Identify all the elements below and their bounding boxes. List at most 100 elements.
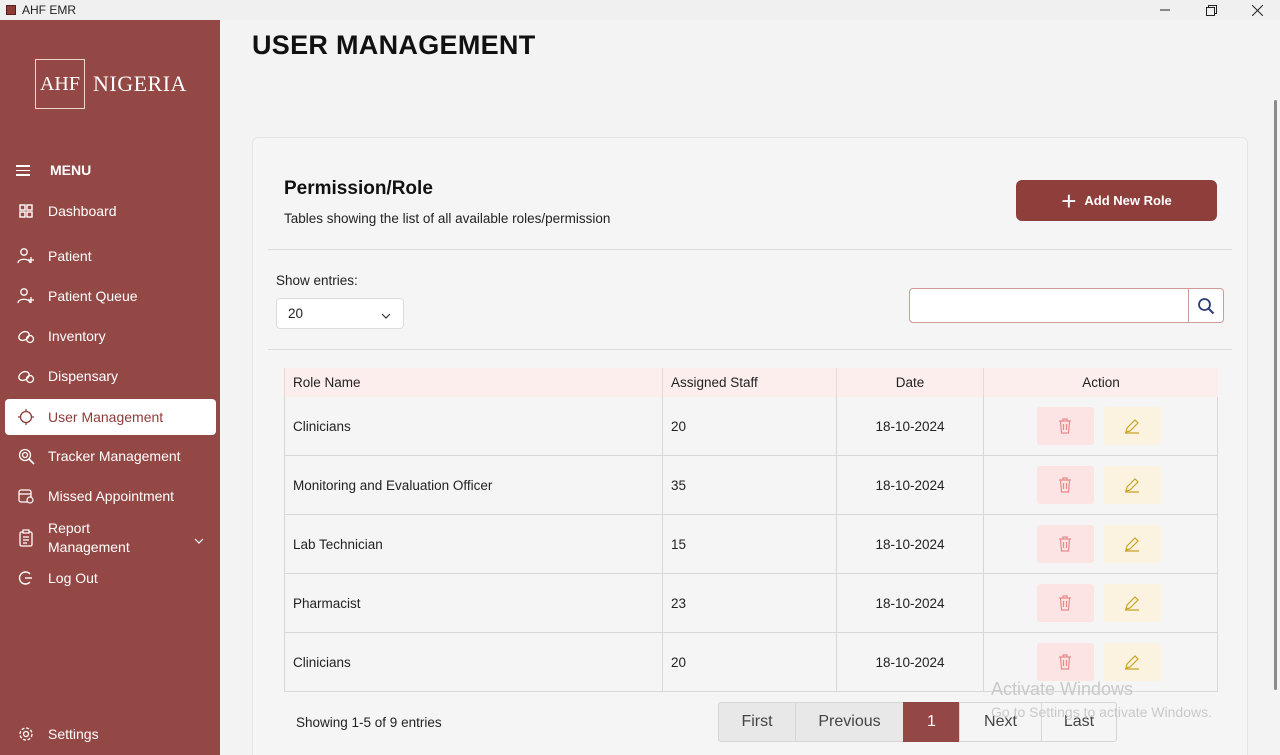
delete-button[interactable] [1036, 407, 1094, 445]
role-name-cell: Clinicians [284, 633, 662, 691]
sidebar-item-report-management[interactable]: Report Management [5, 518, 216, 558]
show-entries-label: Show entries: [276, 273, 358, 288]
edit-button[interactable] [1103, 643, 1161, 681]
add-new-role-button[interactable]: + Add New Role [1016, 180, 1217, 221]
entries-select[interactable]: 20 [276, 298, 404, 329]
calendar-icon [17, 487, 35, 505]
pencil-icon [1125, 655, 1139, 670]
delete-button[interactable] [1036, 525, 1094, 563]
table-header: Role Name Assigned Staff Date Action [284, 368, 1218, 397]
delete-button[interactable] [1036, 584, 1094, 622]
sidebar-item-patient[interactable]: Patient [5, 238, 216, 274]
delete-button[interactable] [1036, 643, 1094, 681]
add-new-role-label: Add New Role [1084, 193, 1172, 208]
search-button[interactable] [1188, 288, 1224, 323]
logout-icon [17, 569, 35, 587]
sidebar-item-label: Tracker Management [48, 448, 181, 464]
search-input[interactable] [909, 288, 1189, 323]
assigned-staff-cell: 20 [662, 633, 836, 691]
action-cell [983, 397, 1218, 455]
sidebar-item-user-management[interactable]: User Management [5, 399, 216, 435]
sidebar-item-label: User Management [48, 409, 164, 425]
sidebar-item-label: Settings [48, 726, 99, 742]
dashboard-icon [17, 202, 35, 220]
pagination-previous[interactable]: Previous [795, 702, 904, 742]
sidebar-item-missed-appointment[interactable]: Missed Appointment [5, 478, 216, 514]
date-cell: 18-10-2024 [836, 456, 983, 514]
ahf-nigeria-logo: AHF NIGERIA [35, 59, 187, 109]
watermark-subtitle: Go to Settings to activate Windows. [991, 704, 1212, 720]
table-row: Monitoring and Evaluation Officer 35 18-… [284, 456, 1218, 515]
header-assigned-staff[interactable]: Assigned Staff [662, 368, 836, 397]
window-titlebar: AHF EMR [0, 0, 1280, 20]
menu-label: MENU [50, 162, 92, 179]
app-icon [6, 5, 16, 15]
sidebar-item-tracker-management[interactable]: Tracker Management [5, 438, 216, 474]
delete-button[interactable] [1036, 466, 1094, 504]
sidebar-item-label: Patient [48, 248, 92, 264]
logo-box: AHF [35, 59, 85, 109]
divider [268, 349, 1232, 350]
sidebar-item-dispensary[interactable]: Dispensary [5, 358, 216, 394]
search-icon [1198, 297, 1215, 314]
window-controls [1142, 0, 1280, 20]
action-cell [983, 456, 1218, 514]
date-cell: 18-10-2024 [836, 574, 983, 632]
pagination-page-1[interactable]: 1 [903, 702, 960, 742]
gear-icon [17, 725, 35, 743]
trash-icon [1059, 418, 1071, 434]
entries-value: 20 [288, 306, 304, 321]
table-row: Clinicians 20 18-10-2024 [284, 397, 1218, 456]
trash-icon [1059, 595, 1071, 611]
vertical-scrollbar[interactable] [1274, 100, 1277, 690]
action-cell [983, 515, 1218, 573]
tracker-icon [17, 447, 35, 465]
menu-toggle[interactable]: MENU [16, 162, 91, 179]
minimize-button[interactable] [1142, 0, 1188, 20]
sidebar-item-dashboard[interactable]: Dashboard [5, 193, 216, 229]
sidebar-item-label: Patient Queue [48, 288, 138, 304]
trash-icon [1059, 654, 1071, 670]
pencil-icon [1125, 596, 1139, 611]
chevron-down-icon [381, 307, 391, 322]
clipboard-icon [17, 529, 35, 547]
sidebar-item-label: Dashboard [48, 203, 117, 219]
close-button[interactable] [1234, 0, 1280, 20]
edit-button[interactable] [1103, 466, 1161, 504]
header-role-name[interactable]: Role Name [284, 368, 662, 397]
logo-text: NIGERIA [93, 71, 187, 96]
window-title: AHF EMR [22, 3, 76, 17]
queue-icon [17, 287, 35, 305]
minimize-icon [1160, 9, 1170, 11]
assigned-staff-cell: 15 [662, 515, 836, 573]
chevron-down-icon[interactable] [194, 530, 204, 549]
sidebar-item-patient-queue[interactable]: Patient Queue [5, 278, 216, 314]
sidebar-item-inventory[interactable]: Inventory [5, 318, 216, 354]
role-name-cell: Pharmacist [284, 574, 662, 632]
edit-button[interactable] [1103, 407, 1161, 445]
edit-button[interactable] [1103, 584, 1161, 622]
edit-button[interactable] [1103, 525, 1161, 563]
watermark-title: Activate Windows [991, 679, 1134, 699]
date-cell: 18-10-2024 [836, 633, 983, 691]
restore-icon [1205, 4, 1217, 16]
trash-icon [1059, 477, 1071, 493]
patient-icon [17, 247, 35, 265]
pencil-icon [1125, 419, 1139, 434]
role-name-cell: Clinicians [284, 397, 662, 455]
sidebar-item-label: Dispensary [48, 368, 119, 384]
page-title: USER MANAGEMENT [252, 30, 536, 60]
maximize-button[interactable] [1188, 0, 1234, 20]
assigned-staff-cell: 35 [662, 456, 836, 514]
pagination-first[interactable]: First [718, 702, 796, 742]
card-subtitle: Tables showing the list of all available… [284, 211, 611, 226]
dispensary-icon [17, 367, 35, 385]
close-icon [1251, 4, 1263, 16]
header-date[interactable]: Date [836, 368, 983, 397]
assigned-staff-cell: 20 [662, 397, 836, 455]
date-cell: 18-10-2024 [836, 397, 983, 455]
date-cell: 18-10-2024 [836, 515, 983, 573]
sidebar-item-settings[interactable]: Settings [5, 716, 216, 752]
sidebar-item-label: Missed Appointment [48, 488, 175, 504]
sidebar-item-log-out[interactable]: Log Out [5, 560, 216, 596]
